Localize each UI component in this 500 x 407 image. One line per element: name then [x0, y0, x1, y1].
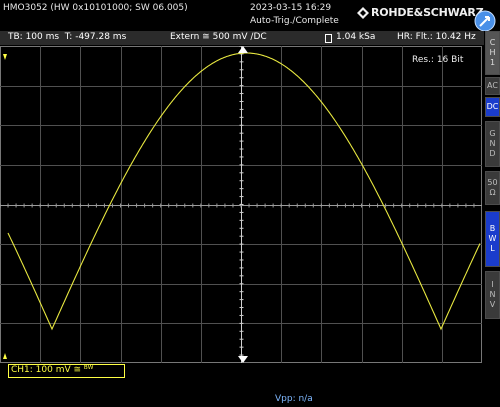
trigger-state-label: Auto-Trig./Complete	[250, 16, 339, 26]
ch1-waveform-trace	[7, 52, 481, 331]
dc-coupling-button[interactable]: DC	[485, 97, 500, 117]
trigger-marker-icon	[238, 46, 248, 53]
trigger-time-value: T: -497.28 ms	[64, 32, 127, 42]
bwl-letter-b: B	[489, 224, 496, 233]
ohm-icon: Ω	[489, 188, 496, 197]
rohde-schwarz-logo-icon	[357, 6, 369, 19]
status-bar: TB: 100 ms T: -497.28 ms Extern ≅ 500 mV…	[0, 31, 500, 45]
trigger-position-bottom-icon	[238, 356, 248, 363]
inv-letter-n: N	[489, 290, 496, 299]
timebase-value: TB: 100 ms	[8, 32, 60, 42]
inv-letter-v: V	[489, 300, 496, 309]
usb-icon[interactable]	[474, 10, 496, 32]
gnd-letter-d: D	[489, 149, 496, 158]
ground-marker-bottom-icon	[3, 353, 7, 359]
inv-letter-i: I	[491, 280, 494, 289]
graticule	[0, 46, 482, 363]
brand-label: ROHDE&SCHWARZ	[371, 6, 484, 19]
trigger-source-label[interactable]: Extern ≅ 500 mV ∕DC	[170, 32, 267, 42]
ground-marker-icon	[3, 54, 7, 60]
fifty-ohm-button[interactable]: 50 Ω	[485, 171, 500, 205]
ch-letter-1: 1	[489, 58, 496, 67]
sample-rate-icon	[325, 34, 332, 43]
title-bar: HMO3052 (HW 0x10101000; SW 06.005) 2023-…	[0, 0, 500, 32]
bwl-letter-w: W	[488, 234, 497, 243]
ch1-settings-box[interactable]: CH1: 100 mV ≅ ᴮᵂ	[8, 364, 125, 378]
sample-rate-label: 1.04 kSa	[336, 32, 376, 42]
waveform-display[interactable]: Res.: 16 Bit	[0, 46, 482, 363]
timebase-label[interactable]: TB: 100 ms T: -497.28 ms	[8, 32, 126, 42]
acquisition-label[interactable]: HR: Flt.: 10.42 Hz	[397, 32, 476, 42]
invert-button[interactable]: I N V	[485, 271, 500, 319]
resolution-label: Res.: 16 Bit	[412, 55, 464, 65]
gnd-letter-n: N	[489, 139, 496, 148]
gnd-letter-g: G	[489, 129, 496, 138]
date-label: 2023-03-15 16:29	[250, 3, 332, 13]
device-info: HMO3052 (HW 0x10101000; SW 06.005)	[3, 3, 188, 13]
fifty-label: 50	[487, 178, 498, 187]
ac-coupling-button[interactable]: AC	[485, 77, 500, 95]
gnd-button[interactable]: G N D	[485, 121, 500, 167]
vpp-measurement: Vpp: n/a	[275, 394, 313, 404]
ch1-settings-label: CH1: 100 mV ≅ ᴮᵂ	[11, 365, 94, 375]
bwl-letter-l: L	[490, 244, 495, 253]
channel-1-button[interactable]: C H 1	[485, 31, 500, 75]
ch-letter-c: C	[489, 38, 496, 47]
ch-letter-h: H	[489, 48, 496, 57]
bwl-button[interactable]: B W L	[485, 211, 500, 267]
datetime-block: 2023-03-15 16:29 Auto-Trig./Complete	[250, 2, 339, 28]
brand: ROHDE&SCHWARZ	[357, 6, 484, 19]
channel-side-panel: C H 1 AC DC G N D 50 Ω B W L I N V	[484, 31, 500, 363]
